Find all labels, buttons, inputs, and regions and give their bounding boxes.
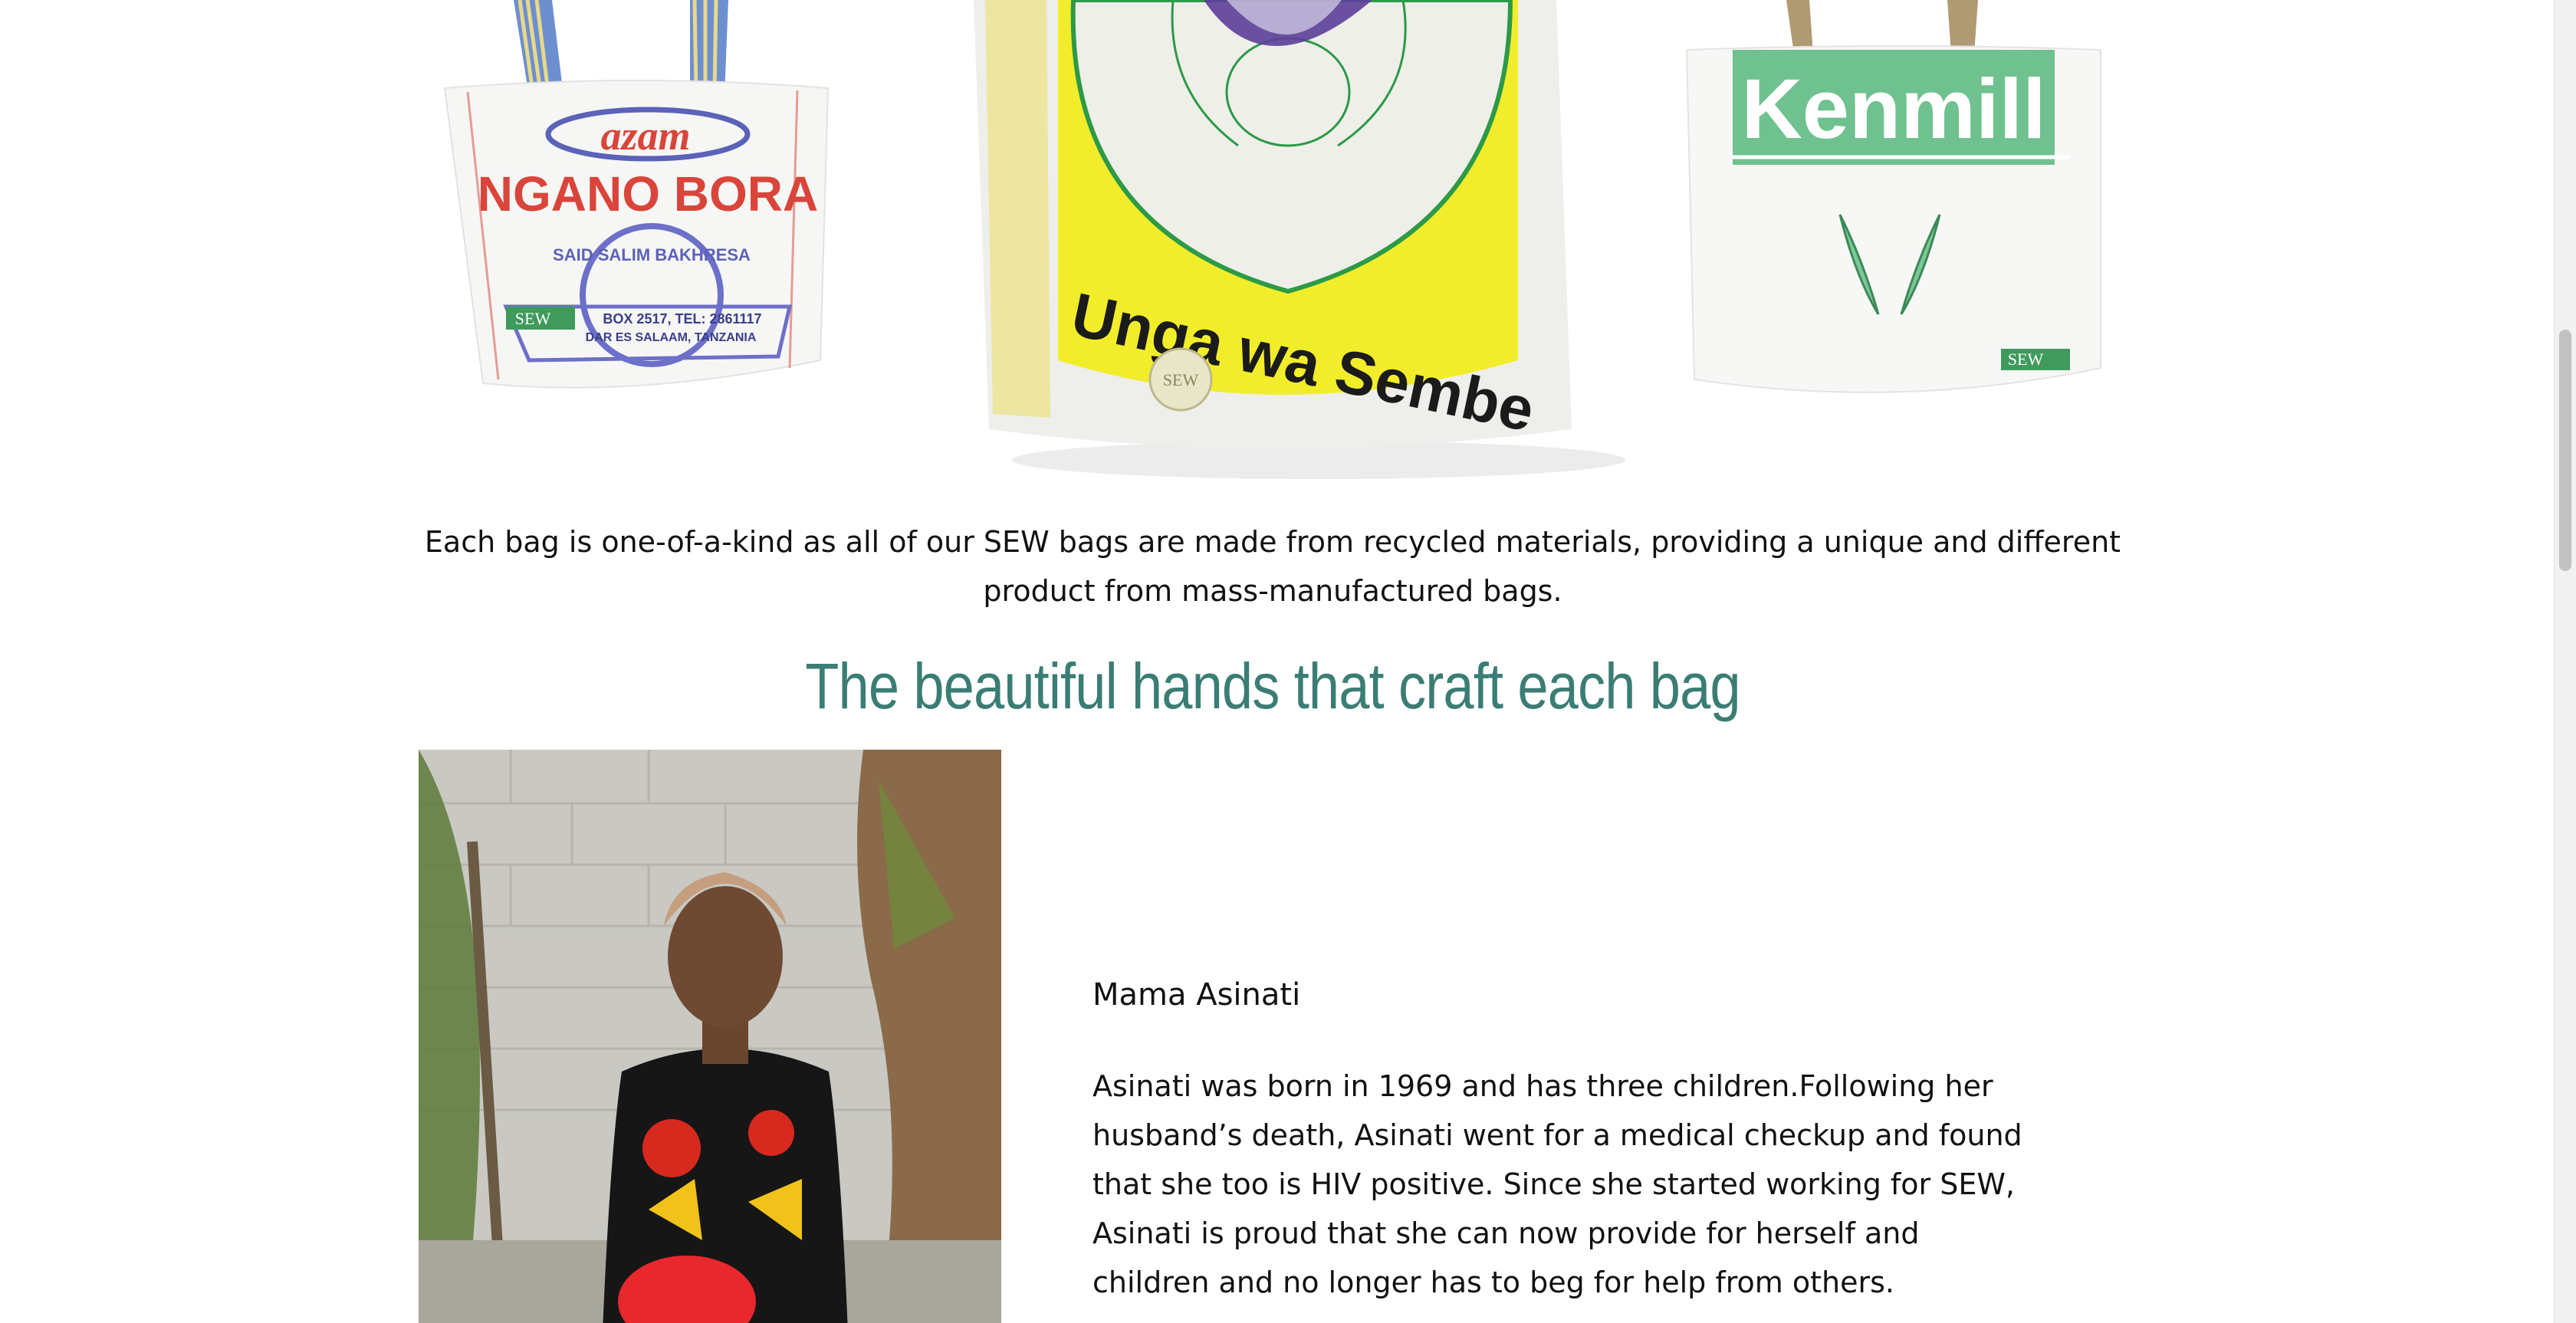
vertical-scrollbar[interactable]: [2554, 0, 2576, 1323]
bags-caption: Each bag is one-of-a-kind as all of our …: [424, 525, 2121, 608]
bag1-brand-main: NGANO BORA: [478, 166, 818, 222]
artisan-bio: Asinati was born in 1969 and has three c…: [1092, 1069, 2022, 1299]
bag1-address-2: DAR ES SALAAM, TANZANIA: [586, 331, 757, 344]
artisan-photo: [419, 750, 1001, 1323]
bag3-tag: SEW: [2008, 350, 2044, 369]
bag3-brand-main: Kenmill: [1741, 62, 2045, 156]
scrollbar-thumb[interactable]: [2559, 330, 2571, 571]
artisan-name: Mama Asinati: [1092, 977, 1301, 1013]
bag1-address-1: BOX 2517, TEL: 2861117: [603, 311, 761, 327]
section-heading: The beautiful hands that craft each bag: [805, 650, 1740, 722]
bag1-tag: SEW: [515, 309, 551, 328]
bag1-brand-top: azam: [600, 113, 690, 159]
page: azam NGANO BORA SAID SALIM BAKHRESA SEW …: [0, 0, 2555, 1323]
product-image-ngano-bora-bag[interactable]: azam NGANO BORA SAID SALIM BAKHRESA SEW …: [429, 0, 843, 399]
bag1-seal-text: SAID SALIM BAKHRESA: [553, 245, 751, 264]
product-image-unga-wa-sembe-bag[interactable]: Unga wa Sembe SEW: [974, 0, 1671, 483]
bag2-tag: SEW: [1163, 370, 1199, 389]
product-image-kenmill-bag[interactable]: Kenmill SEW: [1671, 0, 2124, 414]
